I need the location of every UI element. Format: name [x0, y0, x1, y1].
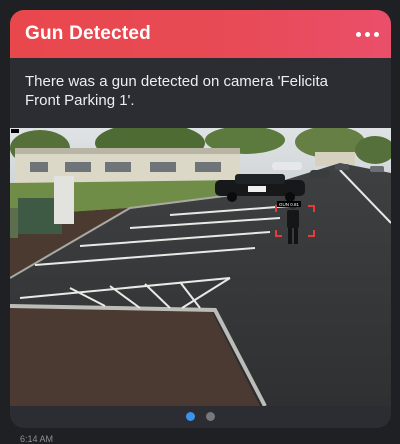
notification-header: Gun Detected — [10, 10, 391, 58]
notification-title: Gun Detected — [25, 23, 151, 44]
more-dot — [374, 32, 379, 37]
notification-message: There was a gun detected on camera 'Feli… — [25, 73, 329, 109]
more-options-icon[interactable] — [356, 32, 379, 37]
camera-snapshot[interactable]: GUN 0.81 — [10, 128, 391, 406]
detection-label: GUN 0.81 — [279, 202, 300, 207]
more-dot — [356, 32, 361, 37]
notification-card[interactable]: Gun Detected There was a gun detected on… — [10, 10, 391, 428]
page-dot-2[interactable] — [206, 412, 215, 421]
page-indicator — [10, 412, 391, 421]
page-dot-1[interactable] — [186, 412, 195, 421]
more-dot — [365, 32, 370, 37]
camera-overlay-marker — [11, 129, 19, 133]
